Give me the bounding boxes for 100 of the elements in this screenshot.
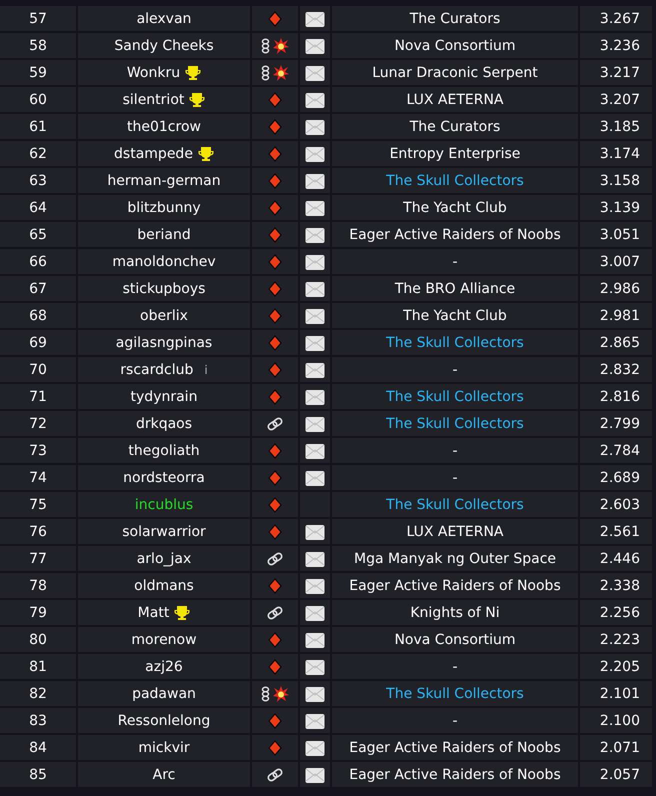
score-cell: 2.561	[580, 519, 652, 544]
envelope-icon[interactable]	[305, 172, 325, 190]
envelope-icon[interactable]	[305, 766, 325, 784]
player-name[interactable]: padawan	[132, 686, 196, 702]
alliance-name[interactable]: Eager Active Raiders of Noobs	[332, 222, 578, 247]
envelope-icon[interactable]	[305, 576, 325, 594]
envelope-icon[interactable]	[305, 522, 325, 540]
alliance-name[interactable]: Knights of Ni	[332, 600, 578, 625]
envelope-icon[interactable]	[305, 10, 325, 28]
score-cell: 2.071	[580, 735, 652, 760]
player-name[interactable]: manoldonchev	[112, 254, 216, 270]
player-name[interactable]: azj26	[145, 658, 183, 674]
alliance-name[interactable]: The Yacht Club	[332, 195, 578, 220]
alliance-name[interactable]: The BRO Alliance	[332, 276, 578, 301]
envelope-icon[interactable]	[305, 90, 325, 108]
score-cell: 2.603	[580, 492, 652, 517]
alliance-name[interactable]: -	[332, 438, 578, 463]
player-name[interactable]: Matt	[138, 604, 170, 620]
envelope-icon[interactable]	[305, 226, 325, 244]
alliance-name[interactable]: Eager Active Raiders of Noobs	[332, 735, 578, 760]
player-name[interactable]: Sandy Cheeks	[114, 38, 214, 54]
rank-cell: 76	[0, 519, 76, 544]
envelope-icon[interactable]	[305, 468, 325, 486]
envelope-icon[interactable]	[305, 604, 325, 622]
rank-cell: 69	[0, 330, 76, 355]
alliance-name[interactable]: -	[332, 654, 578, 679]
player-name[interactable]: drkqaos	[136, 416, 192, 432]
player-name[interactable]: Ressonlelong	[118, 712, 210, 728]
alliance-name[interactable]: The Skull Collectors	[332, 330, 578, 355]
player-name[interactable]: agilasngpinas	[116, 334, 212, 350]
envelope-icon[interactable]	[305, 658, 325, 676]
player-name[interactable]: dstampede	[114, 146, 193, 162]
alliance-name[interactable]: LUX AETERNA	[332, 519, 578, 544]
player-name[interactable]: tydynrain	[130, 388, 198, 404]
player-name[interactable]: morenow	[131, 632, 197, 648]
player-name[interactable]: Wonkru	[126, 64, 180, 80]
alliance-name[interactable]: The Skull Collectors	[332, 681, 578, 706]
player-name[interactable]: stickupboys	[122, 280, 206, 296]
envelope-icon[interactable]	[305, 280, 325, 298]
player-name[interactable]: Arc	[152, 766, 176, 782]
alliance-name[interactable]: The Curators	[332, 6, 578, 31]
envelope-icon[interactable]	[305, 36, 325, 54]
rank-cell: 81	[0, 654, 76, 679]
player-name[interactable]: silentriot	[122, 92, 184, 108]
player-name[interactable]: herman-german	[107, 172, 221, 188]
player-name[interactable]: blitzbunny	[127, 200, 201, 216]
alliance-name[interactable]: -	[332, 357, 578, 382]
player-name[interactable]: mickvir	[138, 740, 190, 756]
alliance-name[interactable]: The Curators	[332, 114, 578, 139]
player-name[interactable]: alexvan	[136, 10, 192, 26]
score-cell: 2.799	[580, 411, 652, 436]
envelope-icon[interactable]	[305, 712, 325, 730]
envelope-icon[interactable]	[305, 388, 325, 406]
envelope-icon[interactable]	[305, 198, 325, 216]
envelope-icon[interactable]	[305, 64, 325, 82]
alliance-name[interactable]: LUX AETERNA	[332, 87, 578, 112]
score-cell: 2.865	[580, 330, 652, 355]
envelope-icon[interactable]	[305, 550, 325, 568]
envelope-icon[interactable]	[305, 630, 325, 648]
alliance-name[interactable]: -	[332, 249, 578, 274]
envelope-icon[interactable]	[305, 334, 325, 352]
score-cell: 3.185	[580, 114, 652, 139]
alliance-name[interactable]: Eager Active Raiders of Noobs	[332, 762, 578, 787]
player-name[interactable]: nordsteorra	[123, 470, 205, 486]
alliance-name[interactable]: Entropy Enterprise	[332, 141, 578, 166]
envelope-icon[interactable]	[305, 118, 325, 136]
alliance-name[interactable]: The Skull Collectors	[332, 492, 578, 517]
alliance-name[interactable]: Mga Manyak ng Outer Space	[332, 546, 578, 571]
player-name[interactable]: solarwarrior	[122, 524, 206, 540]
alliance-name[interactable]: Eager Active Raiders of Noobs	[332, 573, 578, 598]
alliance-name[interactable]: -	[332, 708, 578, 733]
score-cell: 2.101	[580, 681, 652, 706]
envelope-icon[interactable]	[305, 738, 325, 756]
alliance-name[interactable]: The Skull Collectors	[332, 168, 578, 193]
player-name[interactable]: incublus	[134, 496, 194, 512]
envelope-icon[interactable]	[305, 252, 325, 270]
player-name[interactable]: rscardclub	[120, 362, 194, 378]
alliance-name[interactable]: The Skull Collectors	[332, 411, 578, 436]
player-name[interactable]: beriand	[137, 226, 191, 242]
alliance-name[interactable]: Nova Consortium	[332, 33, 578, 58]
player-name[interactable]: arlo_jax	[136, 550, 192, 566]
rank-cell: 73	[0, 438, 76, 463]
alliance-name[interactable]: The Yacht Club	[332, 303, 578, 328]
envelope-icon[interactable]	[305, 306, 325, 324]
player-name[interactable]: thegoliath	[128, 442, 200, 458]
alliance-name[interactable]: -	[332, 465, 578, 490]
player-name[interactable]: the01crow	[127, 118, 201, 134]
alliance-name[interactable]: Lunar Draconic Serpent	[332, 60, 578, 85]
envelope-icon[interactable]	[305, 360, 325, 378]
envelope-icon[interactable]	[305, 414, 325, 432]
rank-cell: 65	[0, 222, 76, 247]
rank-cell: 71	[0, 384, 76, 409]
player-name[interactable]: oldmans	[134, 578, 194, 594]
alliance-name[interactable]: Nova Consortium	[332, 627, 578, 652]
score-cell: 3.007	[580, 249, 652, 274]
envelope-icon[interactable]	[305, 442, 325, 460]
player-name[interactable]: oberlix	[140, 308, 188, 324]
alliance-name[interactable]: The Skull Collectors	[332, 384, 578, 409]
envelope-icon[interactable]	[305, 144, 325, 162]
envelope-icon[interactable]	[305, 684, 325, 702]
